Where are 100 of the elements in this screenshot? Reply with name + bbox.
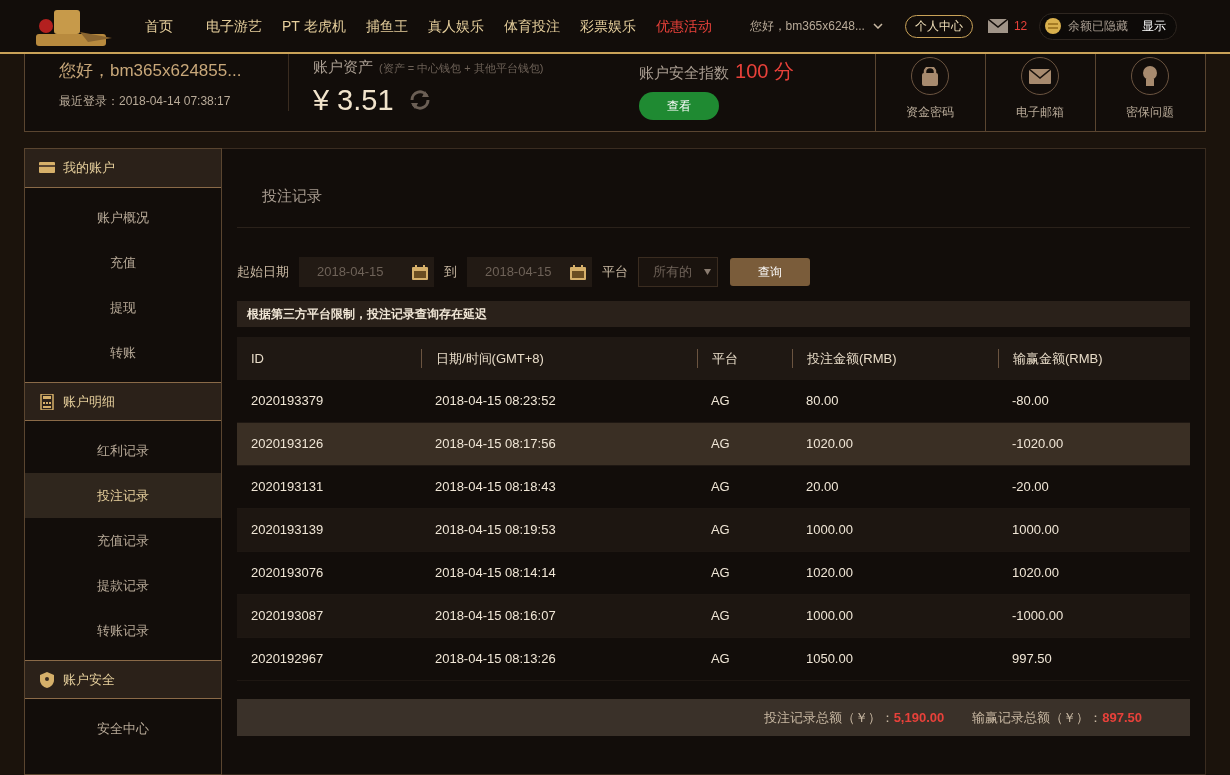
lock-icon: [922, 66, 939, 86]
total-label: 投注记录总额（￥）：: [763, 708, 894, 727]
nav-link[interactable]: 捕鱼王: [365, 15, 408, 37]
security-index-label: 账户安全指数: [639, 63, 730, 83]
show-balance-button[interactable]: 显示: [1142, 17, 1167, 35]
balance-amount: ¥ 3.51: [312, 82, 394, 118]
page-title: 投注记录: [261, 186, 323, 206]
table-cell: 2018-04-15 08:16:07: [434, 608, 556, 624]
table-cell: -1020.00: [1011, 436, 1064, 452]
nav-link[interactable]: 优惠活动: [655, 15, 712, 37]
table-cell: -80.00: [1011, 393, 1049, 409]
security-label: 资金密码: [906, 104, 955, 121]
table-cell: 1050.00: [805, 651, 853, 667]
platform-label: 平台: [601, 263, 628, 282]
chevron-down-icon: [872, 23, 883, 29]
column-header: 平台: [711, 349, 738, 368]
table-cell: AG: [710, 565, 730, 581]
to-label: 到: [443, 263, 457, 282]
total-value: 897.50: [1102, 708, 1142, 727]
table-cell: 2020193087: [250, 608, 324, 624]
delay-notice: 根据第三方平台限制，投注记录查询存在延迟: [236, 301, 1190, 327]
light-bulb-icon: [1143, 66, 1158, 86]
table-cell: AG: [710, 651, 730, 667]
calendar-icon: [411, 264, 428, 280]
table-cell: 2018-04-15 08:18:43: [434, 479, 556, 495]
nav-link[interactable]: 首页: [145, 15, 173, 37]
table-cell: 997.50: [1011, 651, 1052, 667]
table-cell: 2018-04-15 08:23:52: [434, 393, 556, 409]
table-row[interactable]: 2020193139 2018-04-15 08:19:53 AG 1000.00 1000.00: [236, 509, 1190, 552]
assets-note: (资产 = 中心钱包 + 其他平台钱包): [378, 61, 544, 76]
account-greeting: 您好，bm365x624855...: [59, 60, 243, 82]
table-cell: 2020193379: [250, 393, 324, 409]
assets-label: 账户资产: [312, 57, 373, 77]
sidebar-item[interactable]: 转账: [25, 330, 221, 375]
column-header: ID: [250, 349, 264, 368]
table-cell: 2018-04-15 08:13:26: [434, 651, 556, 667]
total-label: 输赢记录总额（￥）：: [972, 708, 1103, 727]
table-cell: 2018-04-15 08:19:53: [434, 522, 556, 538]
section-title: 账户安全: [63, 670, 115, 689]
caret-down-icon: [703, 269, 711, 275]
table-cell: 2020193139: [250, 522, 324, 538]
table-cell: AG: [710, 608, 730, 624]
security-label: 电子邮箱: [1016, 104, 1065, 121]
security-tile[interactable]: 电子邮箱: [984, 54, 1095, 131]
total-value: 5,190.00: [893, 708, 945, 727]
security-tile[interactable]: 资金密码: [874, 54, 985, 131]
security-label: 密保问题: [1126, 104, 1175, 121]
envelope-icon: [1029, 68, 1052, 84]
card-icon: [39, 160, 55, 176]
column-header: 日期/时间(GMT+8): [435, 349, 544, 368]
calendar-icon: [569, 264, 586, 280]
sidebar-item[interactable]: 提款记录: [25, 563, 221, 608]
table-cell: 1020.00: [805, 565, 853, 581]
table-cell: -1000.00: [1011, 608, 1064, 624]
sidebar-item[interactable]: 投注记录: [25, 473, 221, 518]
security-score: 100 分: [735, 59, 794, 84]
view-button[interactable]: 查看: [639, 92, 720, 120]
sidebar-item[interactable]: 红利记录: [25, 428, 221, 473]
last-login-text: 最近登录：2018-04-14 07:38:17: [59, 92, 232, 110]
table-cell: AG: [710, 393, 730, 409]
table-cell: 2020193126: [250, 436, 324, 452]
nav-link[interactable]: PT 老虎机: [282, 15, 346, 37]
table-cell: AG: [710, 522, 730, 538]
sidebar-item[interactable]: 提现: [25, 285, 221, 330]
sidebar-item[interactable]: 充值: [25, 240, 221, 285]
mail-count: 12: [1013, 18, 1028, 35]
table-cell: AG: [710, 436, 730, 452]
nav-link[interactable]: 真人娱乐: [427, 15, 484, 37]
table-cell: 20.00: [805, 479, 839, 495]
table-cell: 2020193131: [250, 479, 324, 495]
sidebar-item[interactable]: 账户概况: [25, 195, 221, 240]
section-title: 我的账户: [63, 159, 115, 178]
user-greeting: 您好，bm365x6248...: [749, 18, 865, 35]
shield-icon: [39, 671, 55, 688]
nav-link[interactable]: 电子游艺: [206, 15, 262, 37]
table-cell: 1000.00: [805, 522, 853, 538]
nav-link[interactable]: 彩票娱乐: [579, 15, 636, 37]
table-cell: -20.00: [1011, 479, 1049, 495]
coins-icon: [1044, 17, 1063, 35]
column-header: 投注金额(RMB): [806, 349, 897, 368]
column-header: 输赢金额(RMB): [1012, 349, 1103, 368]
nav-link[interactable]: 体育投注: [503, 15, 560, 37]
table-cell: 1020.00: [805, 436, 853, 452]
table-cell: 2020192967: [250, 651, 324, 667]
table-cell: 2018-04-15 08:14:14: [434, 565, 556, 581]
table-row[interactable]: 2020193087 2018-04-15 08:16:07 AG 1000.00 -1000.00: [236, 595, 1190, 638]
sidebar-item[interactable]: 安全中心: [25, 706, 221, 751]
sidebar-item[interactable]: 转账记录: [25, 608, 221, 653]
table-row[interactable]: 2020193126 2018-04-15 08:17:56 AG 1020.00 -1020.00: [236, 423, 1190, 466]
table-cell: 1020.00: [1011, 565, 1059, 581]
sidebar-item[interactable]: 充值记录: [25, 518, 221, 563]
table-cell: 1000.00: [1011, 522, 1059, 538]
start-date-label: 起始日期: [236, 263, 289, 282]
table-cell: AG: [710, 479, 730, 495]
query-button[interactable]: 查询: [729, 258, 810, 286]
table-cell: 2018-04-15 08:17:56: [434, 436, 556, 452]
balance-status: 余额已隐藏: [1068, 18, 1129, 35]
table-cell: 80.00: [805, 393, 839, 409]
calc-icon: [39, 393, 55, 410]
security-tile[interactable]: 密保问题: [1094, 54, 1205, 131]
